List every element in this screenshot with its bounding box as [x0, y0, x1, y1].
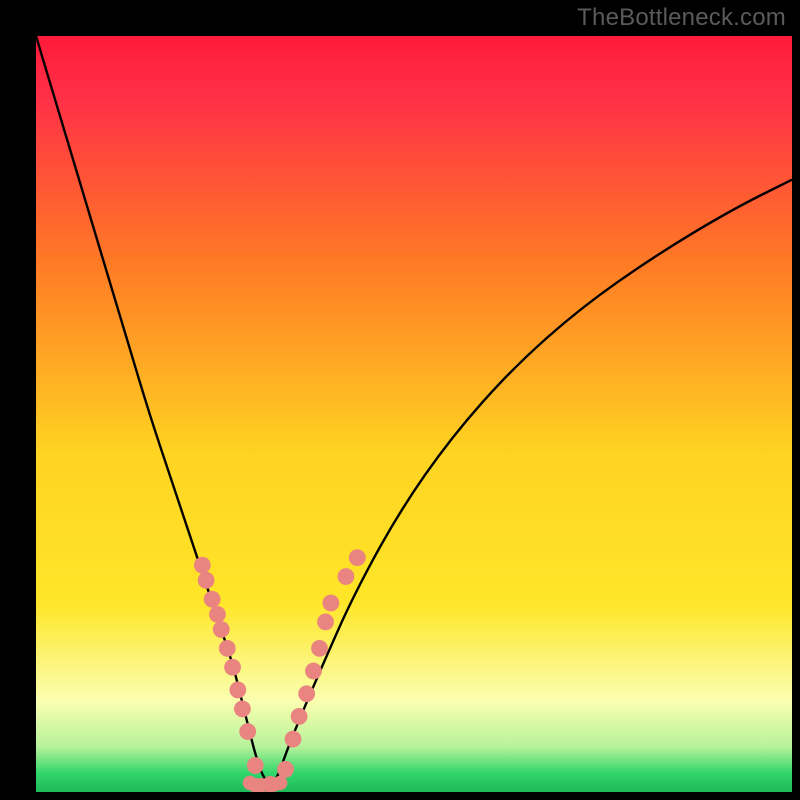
- data-point: [322, 595, 339, 612]
- data-point: [305, 663, 322, 680]
- data-point: [273, 776, 287, 790]
- data-point: [239, 723, 256, 740]
- data-point: [213, 621, 230, 638]
- chart-frame: TheBottleneck.com: [0, 0, 800, 800]
- watermark-text: TheBottleneck.com: [577, 4, 786, 32]
- data-point: [194, 557, 211, 574]
- data-point: [198, 572, 215, 589]
- data-point: [229, 682, 246, 699]
- data-point: [349, 549, 366, 566]
- plot-area: [36, 36, 792, 792]
- data-point: [277, 761, 294, 778]
- data-point: [291, 708, 308, 725]
- data-point: [317, 614, 334, 631]
- data-point: [224, 659, 241, 676]
- data-point: [209, 606, 226, 623]
- data-point: [311, 640, 328, 657]
- data-point: [338, 568, 355, 585]
- data-point: [247, 757, 264, 774]
- data-point: [298, 685, 315, 702]
- data-point: [234, 700, 251, 717]
- data-point: [204, 591, 221, 608]
- data-point: [285, 731, 302, 748]
- bottleneck-chart: [36, 36, 792, 792]
- data-point: [219, 640, 236, 657]
